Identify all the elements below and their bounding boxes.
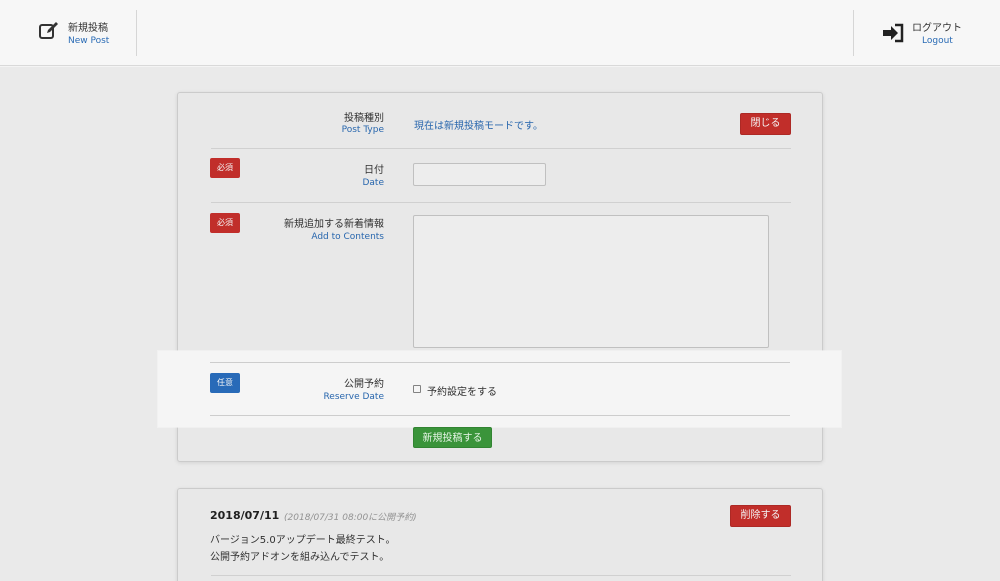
post-line-1: バージョン5.0アップデート最終テスト。: [210, 535, 396, 546]
submit-new-post-button[interactable]: 新規投稿する: [413, 427, 492, 448]
header-divider-right: [853, 10, 854, 56]
delete-button[interactable]: 削除する: [730, 505, 791, 527]
reserve-checkbox[interactable]: [413, 385, 421, 393]
date-input[interactable]: [413, 163, 546, 186]
date-sublabel: Date: [362, 178, 384, 188]
new-post-label: 新規投稿: [68, 23, 108, 34]
close-button[interactable]: 閉じる: [740, 113, 791, 135]
contents-sublabel: Add to Contents: [311, 232, 384, 242]
contents-textarea[interactable]: [413, 215, 769, 348]
optional-badge: 任意: [210, 373, 240, 393]
post-date: 2018/07/11: [210, 509, 280, 522]
post-line-2: 公開予約アドオンを組み込んでテスト。: [210, 552, 390, 563]
logout-label: ログアウト: [912, 23, 962, 34]
app-header: 新規投稿 New Post ログアウト Logout: [0, 0, 1000, 66]
reserve-sublabel: Reserve Date: [323, 392, 384, 402]
new-post-button[interactable]: 新規投稿 New Post: [38, 14, 128, 54]
post-item: 2018/07/11 (2018/07/31 08:00に公開予約) 削除する …: [177, 488, 823, 581]
logout-button[interactable]: ログアウト Logout: [882, 14, 972, 54]
post-schedule: (2018/07/31 08:00に公開予約): [284, 513, 417, 523]
row-divider: [211, 148, 791, 149]
new-post-sublabel: New Post: [68, 36, 110, 46]
row-divider: [210, 415, 790, 416]
reserve-label: 公開予約: [344, 379, 384, 390]
date-label: 日付: [364, 165, 384, 176]
row-divider: [211, 202, 791, 203]
required-badge: 必須: [210, 213, 240, 233]
row-divider: [211, 575, 791, 576]
logout-icon: [883, 23, 904, 43]
header-divider-left: [136, 10, 137, 56]
post-type-value: 現在は新規投稿モードです。: [414, 121, 543, 132]
post-type-sublabel: Post Type: [341, 125, 384, 135]
post-type-label: 投稿種別: [344, 113, 384, 124]
contents-label: 新規追加する新着情報: [284, 219, 384, 230]
reserve-checkbox-label[interactable]: 予約設定をする: [427, 383, 497, 398]
row-divider: [210, 362, 790, 363]
logout-sublabel: Logout: [922, 36, 953, 46]
required-badge: 必須: [210, 158, 240, 178]
edit-icon: [39, 22, 58, 39]
